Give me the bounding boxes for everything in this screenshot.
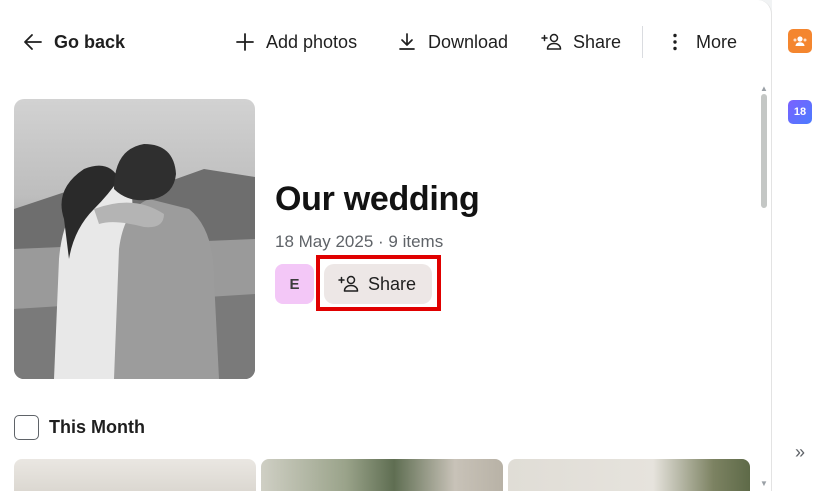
share-toolbar-label: Share bbox=[573, 31, 622, 52]
add-photos-button[interactable]: Add photos bbox=[234, 28, 357, 56]
photo-thumbnail[interactable] bbox=[14, 459, 256, 491]
add-person-icon bbox=[541, 31, 563, 53]
plus-icon bbox=[234, 31, 256, 53]
scrollbar[interactable]: ▲ ▼ bbox=[759, 84, 769, 491]
add-photos-label: Add photos bbox=[266, 31, 358, 52]
download-button[interactable]: Download bbox=[396, 28, 508, 56]
arrow-left-icon bbox=[22, 31, 44, 53]
scroll-down-arrow-icon[interactable]: ▼ bbox=[759, 479, 769, 489]
section-header: This Month bbox=[14, 414, 145, 440]
calendar-icon[interactable]: 18 bbox=[788, 100, 812, 124]
scroll-up-arrow-icon[interactable]: ▲ bbox=[759, 84, 769, 94]
share-album-label: Share bbox=[368, 273, 417, 294]
photo-thumbnail[interactable] bbox=[508, 459, 750, 491]
album-panel: Go back Add photos Download Share More O… bbox=[0, 0, 772, 491]
calendar-day: 18 bbox=[793, 106, 807, 118]
contacts-icon[interactable] bbox=[788, 29, 812, 53]
select-month-checkbox[interactable] bbox=[14, 414, 39, 440]
photo-thumbnail[interactable] bbox=[261, 459, 503, 491]
side-rail bbox=[772, 0, 828, 491]
share-album-button[interactable]: Share bbox=[324, 264, 432, 304]
album-cover-photo[interactable] bbox=[14, 99, 255, 379]
toolbar-divider bbox=[642, 26, 643, 58]
go-back-label: Go back bbox=[54, 31, 126, 52]
album-title: Our wedding bbox=[275, 180, 480, 218]
go-back-button[interactable]: Go back bbox=[22, 28, 125, 56]
add-person-icon bbox=[338, 273, 360, 295]
toolbar: Go back Add photos Download Share More bbox=[0, 0, 771, 84]
more-button[interactable]: More bbox=[664, 28, 737, 56]
section-label: This Month bbox=[49, 416, 145, 437]
more-label: More bbox=[696, 31, 738, 52]
scrollbar-thumb[interactable] bbox=[761, 94, 767, 208]
download-icon bbox=[396, 31, 418, 53]
download-label: Download bbox=[428, 31, 509, 52]
album-meta: 18 May 2025 · 9 items bbox=[275, 232, 444, 251]
more-vertical-icon bbox=[664, 31, 686, 53]
owner-avatar[interactable]: E bbox=[275, 264, 314, 304]
share-toolbar-button[interactable]: Share bbox=[541, 28, 621, 56]
expand-panel-icon[interactable]: » bbox=[790, 442, 810, 462]
